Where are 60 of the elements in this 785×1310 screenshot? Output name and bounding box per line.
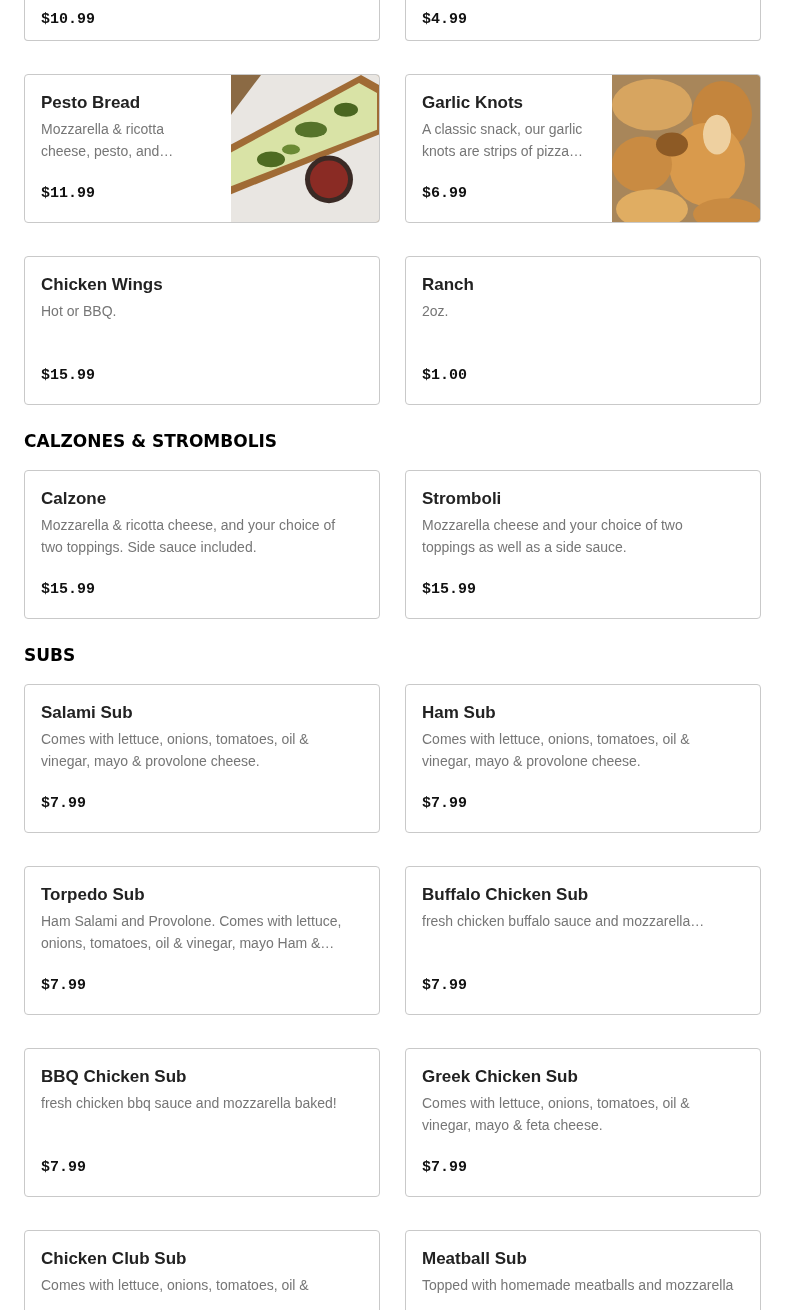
item-price: $7.99 (422, 1158, 468, 1178)
item-name: Stromboli (422, 489, 503, 509)
menu-item-card[interactable]: $10.99 (24, 0, 380, 41)
menu-item-card[interactable]: Garlic Knots A classic snack, our garlic knots are strips of pizza… $6.99 (405, 74, 761, 223)
menu-item-card[interactable]: Salami Sub Comes with lettuce, onions, tomatoes, oil & vinegar, mayo & provolone cheese. $7.99 (24, 684, 380, 833)
item-name: Pesto Bread (41, 93, 142, 113)
menu-item-card[interactable]: Stromboli Mozzarella cheese and your choice of two toppings as well as a side sauce. $15.99 (405, 470, 761, 619)
item-price: $7.99 (41, 1158, 87, 1178)
menu-item-card[interactable]: Torpedo Sub Ham Salami and Provolone. Comes with lettuce, onions, tomatoes, oil & vinegar, mayo Ham &… $7.99 (24, 866, 380, 1015)
item-price: $11.99 (41, 184, 96, 204)
item-name: Salami Sub (41, 703, 134, 723)
item-name: Ham Sub (422, 703, 497, 723)
item-name: BBQ Chicken Sub (41, 1067, 188, 1087)
item-price: $7.99 (41, 976, 87, 996)
menu-item-card[interactable]: Ham Sub Comes with lettuce, onions, tomatoes, oil & vinegar, mayo & provolone cheese. $7.99 (405, 684, 761, 833)
menu-item-card[interactable]: Meatball Sub Topped with homemade meatballs and mozzarella (405, 1230, 761, 1310)
item-price: $7.99 (422, 794, 468, 814)
item-name: Torpedo Sub (41, 885, 146, 905)
item-description: Topped with homemade meatballs and mozzarella (422, 1276, 734, 1295)
item-price: $1.00 (422, 366, 468, 386)
item-description: fresh chicken buffalo sauce and mozzarella… (422, 912, 706, 931)
item-name: Meatball Sub (422, 1249, 528, 1269)
item-price: $4.99 (422, 10, 468, 30)
item-price: $15.99 (422, 580, 477, 600)
item-price: $7.99 (41, 794, 87, 814)
item-description: Mozzarella & ricotta cheese, and your choice of two toppings. Side sauce included. (41, 516, 337, 557)
item-name: Chicken Wings (41, 275, 164, 295)
section-heading: SUBS (24, 645, 77, 665)
item-description: Mozzarella cheese and your choice of two toppings as well as a side sauce. (422, 516, 684, 557)
item-name: Garlic Knots (422, 93, 525, 113)
menu-item-card[interactable]: Greek Chicken Sub Comes with lettuce, onions, tomatoes, oil & vinegar, mayo & feta cheese. $7.99 (405, 1048, 761, 1197)
item-price: $15.99 (41, 366, 96, 386)
menu-item-card[interactable]: $4.99 (405, 0, 761, 41)
item-name: Chicken Club Sub (41, 1249, 188, 1269)
item-price: $10.99 (41, 10, 96, 30)
item-price: $15.99 (41, 580, 96, 600)
item-name: Calzone (41, 489, 108, 509)
item-description: Comes with lettuce, onions, tomatoes, oil & (41, 1276, 310, 1295)
menu-item-card[interactable]: BBQ Chicken Sub fresh chicken bbq sauce and mozzarella baked! $7.99 (24, 1048, 380, 1197)
menu-item-card[interactable]: Chicken Wings Hot or BBQ. $15.99 (24, 256, 380, 405)
item-description: Comes with lettuce, onions, tomatoes, oil & vinegar, mayo & provolone cheese. (422, 730, 691, 771)
menu-item-card[interactable]: Chicken Club Sub Comes with lettuce, onions, tomatoes, oil & (24, 1230, 380, 1310)
item-description: Comes with lettuce, onions, tomatoes, oil & vinegar, mayo & provolone cheese. (41, 730, 310, 771)
menu-item-card[interactable]: Pesto Bread Mozzarella & ricotta cheese, pesto, and… $11.99 (24, 74, 380, 223)
item-price: $6.99 (422, 184, 468, 204)
item-description: A classic snack, our garlic knots are strips of pizza… (422, 120, 585, 161)
item-description: Comes with lettuce, onions, tomatoes, oil & vinegar, mayo & feta cheese. (422, 1094, 691, 1135)
menu-item-card[interactable]: Buffalo Chicken Sub fresh chicken buffalo sauce and mozzarella… $7.99 (405, 866, 761, 1015)
menu-item-card[interactable]: Ranch 2oz. $1.00 (405, 256, 761, 405)
section-heading: CALZONES & STROMBOLIS (24, 431, 279, 451)
item-description: Mozzarella & ricotta cheese, pesto, and… (41, 120, 175, 161)
item-description: Ham Salami and Provolone. Comes with lettuce, onions, tomatoes, oil & vinegar, mayo Ham &… (41, 912, 343, 953)
item-name: Buffalo Chicken Sub (422, 885, 590, 905)
item-name: Ranch (422, 275, 475, 295)
item-description: 2oz. (422, 302, 450, 321)
item-name: Greek Chicken Sub (422, 1067, 579, 1087)
menu-item-card[interactable]: Calzone Mozzarella & ricotta cheese, and your choice of two toppings. Side sauce included. $15.99 (24, 470, 380, 619)
item-price: $7.99 (422, 976, 468, 996)
item-description: Hot or BBQ. (41, 302, 118, 321)
item-description: fresh chicken bbq sauce and mozzarella baked! (41, 1094, 338, 1113)
